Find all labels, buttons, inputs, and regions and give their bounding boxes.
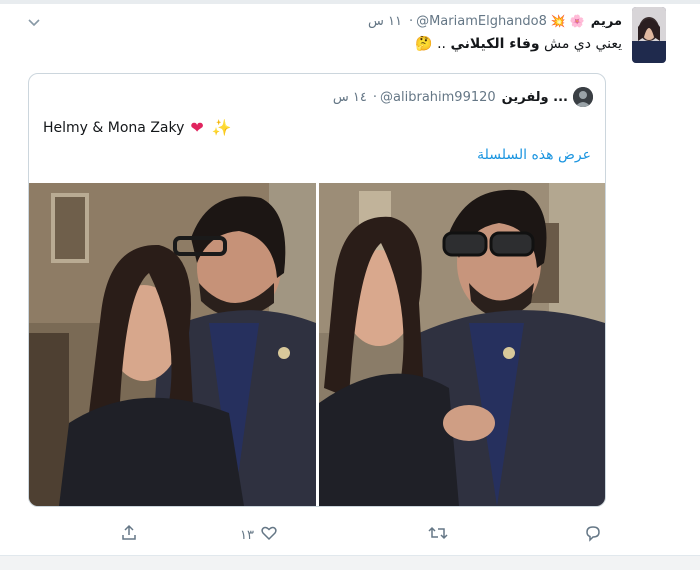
quoted-author-name: ولفرين ...: [501, 89, 568, 105]
thinking-face-icon: 🤔: [415, 36, 433, 52]
tweet-text: يعني دي مش وفاء الكيلاني .. 🤔: [415, 36, 622, 52]
quoted-tweet-time: ١٤ س: [332, 89, 367, 105]
top-divider: [0, 0, 700, 4]
like-count: ١٣: [240, 527, 254, 543]
reply-button[interactable]: [584, 524, 602, 546]
flower-icon: 🌸: [569, 14, 585, 28]
retweet-button[interactable]: [428, 524, 448, 546]
tweet-actions: ١٣: [0, 520, 700, 550]
quoted-author-avatar: [573, 87, 593, 107]
sparkles-icon: ✨: [211, 118, 232, 137]
quoted-tweet-header: ١٤ س · @alibrahim99120 ولفرين ...: [333, 87, 593, 107]
tweet-text-bold: وفاء الكيلاني: [450, 36, 540, 52]
photo-left[interactable]: [29, 183, 316, 506]
quoted-author-handle: @alibrahim99120: [380, 89, 496, 105]
heart-emoji-icon: ❤: [190, 118, 204, 137]
like-button[interactable]: ١٣: [240, 524, 278, 546]
quoted-tweet-text: Helmy & Mona Zaky ❤ ✨: [43, 118, 232, 137]
tweet-text-prefix: يعني دي مش: [539, 36, 622, 52]
sparkle-burst-icon: 💥: [550, 14, 566, 28]
separator: ·: [372, 89, 378, 105]
author-name[interactable]: مريم: [591, 14, 622, 29]
chevron-down-icon[interactable]: [26, 14, 42, 27]
separator: ·: [408, 13, 414, 29]
tweet-header: ١١ س · @MariamElghando8 💥 🌸 مريم: [368, 11, 622, 31]
reply-icon: [584, 524, 602, 546]
tweet-card: ١١ س · @MariamElghando8 💥 🌸 مريم يعني دي…: [0, 0, 700, 570]
photo-right[interactable]: [319, 183, 605, 506]
tweet-text-suffix: ..: [437, 36, 451, 52]
quoted-tweet[interactable]: ١٤ س · @alibrahim99120 ولفرين ... Helmy …: [28, 73, 606, 507]
share-icon: [120, 524, 138, 546]
author-handle[interactable]: @MariamElghando8: [416, 14, 547, 29]
share-button[interactable]: [120, 524, 138, 546]
retweet-icon: [428, 524, 448, 546]
quoted-text: Helmy & Mona Zaky: [43, 119, 185, 136]
show-thread-link[interactable]: عرض هذه السلسلة: [477, 147, 591, 163]
bottom-divider: [0, 555, 700, 570]
tweet-time[interactable]: ١١ س: [368, 14, 402, 29]
heart-icon: [260, 524, 278, 546]
avatar[interactable]: [632, 7, 666, 63]
